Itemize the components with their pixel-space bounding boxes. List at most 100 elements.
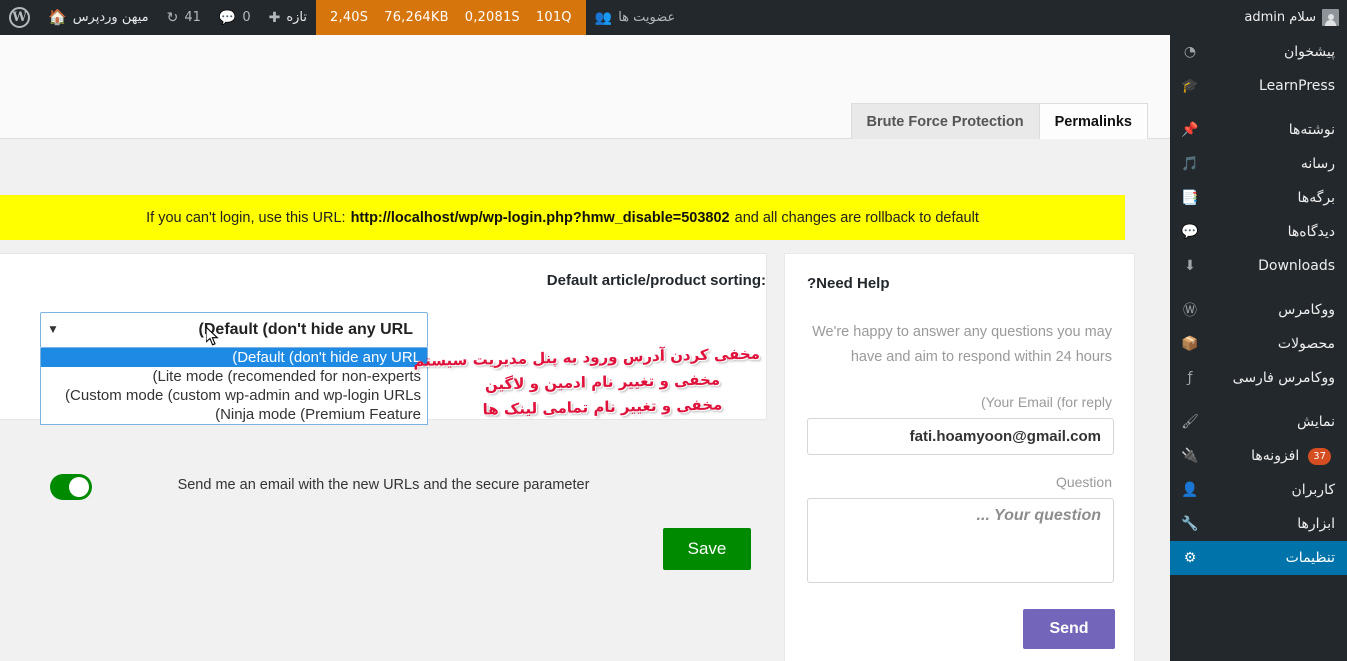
- comments-count: 0: [242, 10, 251, 25]
- comment-bubble-icon: 💬: [218, 9, 237, 26]
- help-description: We're happy to answer any questions you …: [812, 324, 1112, 365]
- sidebar-item-label: ووکامرس فارسی: [1232, 370, 1335, 386]
- sidebar-item-label: کاربران: [1291, 482, 1335, 498]
- tools-wrench-icon: 🔧: [1181, 516, 1199, 532]
- user-avatar-icon: [1322, 9, 1339, 26]
- dashboard-icon: ◔: [1183, 44, 1197, 60]
- admin-bar-new-content[interactable]: تازه ✚: [260, 0, 316, 35]
- sidebar-item-users[interactable]: 👤 کاربران: [1170, 473, 1347, 507]
- sorting-option-1[interactable]: (Lite mode (recomended for non-experts: [41, 367, 427, 386]
- help-title: ?Need Help: [807, 275, 890, 292]
- sidebar-item-label: تنظیمات: [1285, 550, 1335, 566]
- plus-icon: ✚: [268, 9, 281, 26]
- admin-bar-wp-logo[interactable]: W: [0, 0, 39, 35]
- perf-load: 0,2081S: [464, 10, 520, 25]
- admin-bar-updates[interactable]: 41 ↻: [158, 0, 210, 35]
- admin-bar-greeting: سلام admin: [1244, 10, 1316, 25]
- perf-memory: 76,264KB: [384, 10, 449, 25]
- sorting-option-2[interactable]: (Custom mode (custom wp-admin and wp-log…: [41, 386, 427, 405]
- notice-url[interactable]: http://localhost/wp/wp-login.php?hmw_dis…: [351, 210, 730, 226]
- need-help-panel: ?Need Help We're happy to answer any que…: [784, 253, 1135, 661]
- email-field[interactable]: [807, 418, 1114, 455]
- question-field[interactable]: [807, 498, 1114, 583]
- notice-suffix: and all changes are rollback to default: [734, 209, 979, 226]
- question-field-label: Question: [1055, 474, 1112, 490]
- sorting-option-0[interactable]: (Default (don't hide any URL: [41, 348, 427, 367]
- email-toggle-label: Send me an email with the new URLs and t…: [177, 477, 590, 493]
- tab-permalinks[interactable]: Permalinks: [1038, 103, 1148, 139]
- comment-icon: 💬: [1181, 224, 1199, 240]
- admin-bar-performance[interactable]: 2,40S 76,264KB 0,2081S 101Q: [316, 0, 586, 35]
- sidebar-item-dashboard[interactable]: ◔ پیشخوان: [1170, 35, 1347, 69]
- sorting-option-3[interactable]: (Ninja mode (Premium Feature: [41, 405, 427, 424]
- sidebar-item-label: افزونه‌ها: [1251, 448, 1300, 464]
- page-icon: 📑: [1181, 190, 1199, 206]
- group-icon: 👥: [594, 9, 613, 26]
- sidebar-item-badge: 37: [1308, 447, 1331, 465]
- plugin-icon: 🔌: [1181, 448, 1199, 464]
- admin-bar-memberships[interactable]: عضویت ها 👥: [586, 0, 685, 35]
- woo-farsi-icon: ƒ: [1187, 370, 1193, 386]
- sidebar-item-products[interactable]: 📦 محصولات: [1170, 327, 1347, 361]
- sidebar-item-tools[interactable]: 🔧 ابزارها: [1170, 507, 1347, 541]
- sidebar-item-woocommerce[interactable]: Ⓦ ووکامرس: [1170, 293, 1347, 327]
- admin-bar-comments[interactable]: 0 💬: [210, 0, 260, 35]
- download-icon: ⬇: [1184, 258, 1196, 274]
- chevron-down-icon: ▼: [49, 325, 57, 335]
- media-icon: 🎵: [1181, 156, 1199, 172]
- sidebar-item-label: نوشته‌ها: [1288, 122, 1335, 138]
- admin-bar-account[interactable]: سلام admin: [1234, 0, 1347, 35]
- sidebar-item-posts[interactable]: 📌 نوشته‌ها: [1170, 113, 1347, 147]
- users-icon: 👤: [1181, 482, 1199, 498]
- admin-bar: سلام admin عضویت ها 👥 2,40S 76,264KB 0,2…: [0, 0, 1347, 35]
- perf-queries: 101Q: [535, 10, 572, 25]
- sidebar-item-label: دیدگاه‌ها: [1287, 224, 1335, 240]
- sidebar-item-downloads[interactable]: ⬇ Downloads: [1170, 249, 1347, 283]
- graduation-cap-icon: 🎓: [1181, 78, 1199, 94]
- sidebar-item-appearance[interactable]: 🖌 نمایش: [1170, 405, 1347, 439]
- wordpress-logo-icon: W: [9, 7, 30, 28]
- sidebar-item-media[interactable]: 🎵 رسانه: [1170, 147, 1347, 181]
- sidebar-item-label: برگه‌ها: [1297, 190, 1335, 206]
- sidebar-item-label: LearnPress: [1259, 78, 1335, 94]
- sorting-field-label: :Default article/product sorting: [546, 272, 766, 289]
- sidebar-item-label: رسانه: [1300, 156, 1335, 172]
- sidebar-item-label: نمایش: [1296, 414, 1335, 430]
- memberships-label: عضویت ها: [618, 10, 676, 25]
- annotation-line-3: مخفی و تغییر نام تمامی لینک ها: [482, 395, 723, 419]
- settings-sliders-icon: ⚙: [1183, 550, 1197, 566]
- admin-content: Brute Force Protection Permalinks If you …: [0, 35, 1170, 661]
- admin-sidebar-menu: ◔ پیشخوان 🎓 LearnPress 📌 نوشته‌ها 🎵 رسانه 📑 برگه‌…: [1170, 35, 1347, 661]
- sidebar-item-pages[interactable]: 📑 برگه‌ها: [1170, 181, 1347, 215]
- sidebar-item-woocommerce-farsi[interactable]: ƒ ووکامرس فارسی: [1170, 361, 1347, 395]
- tabs-header: Brute Force Protection Permalinks: [0, 35, 1170, 139]
- admin-bar-spacer: [684, 0, 1234, 35]
- admin-page: سلام admin عضویت ها 👥 2,40S 76,264KB 0,2…: [0, 0, 1347, 661]
- sidebar-item-comments[interactable]: 💬 دیدگاه‌ها: [1170, 215, 1347, 249]
- new-label: تازه: [286, 10, 308, 25]
- send-button[interactable]: Send: [1023, 609, 1115, 649]
- email-field-label: (Your Email (for reply: [981, 394, 1112, 410]
- refresh-icon: ↻: [166, 9, 179, 26]
- sidebar-item-settings[interactable]: ⚙ تنظیمات: [1170, 541, 1347, 575]
- updates-count: 41: [184, 10, 201, 25]
- sidebar-item-plugins[interactable]: 🔌 افزونه‌ها 37: [1170, 439, 1347, 473]
- email-toggle-row: Send me an email with the new URLs and t…: [0, 472, 767, 504]
- sorting-select[interactable]: ▼ (Default (don't hide any URL: [40, 312, 428, 348]
- admin-bar-site-name[interactable]: میهن وردپرس 🏠: [39, 0, 158, 35]
- perf-time: 2,40S: [330, 10, 369, 25]
- products-box-icon: 📦: [1181, 336, 1199, 352]
- pin-icon: 📌: [1181, 122, 1199, 138]
- settings-tabs: Brute Force Protection Permalinks: [850, 103, 1148, 139]
- sidebar-item-label: ابزارها: [1297, 516, 1335, 532]
- sorting-select-options[interactable]: (Default (don't hide any URL (Lite mode (…: [40, 348, 428, 425]
- sidebar-item-label: پیشخوان: [1283, 44, 1335, 60]
- tab-brute-force-protection[interactable]: Brute Force Protection: [850, 103, 1040, 139]
- save-button[interactable]: Save: [663, 528, 751, 570]
- appearance-brush-icon: 🖌: [1181, 414, 1199, 430]
- sorting-select-value: (Default (don't hide any URL: [198, 321, 413, 338]
- sidebar-item-label: محصولات: [1277, 336, 1335, 352]
- notice-prefix: If you can't login, use this URL:: [146, 209, 346, 226]
- sidebar-item-learnpress[interactable]: 🎓 LearnPress: [1170, 69, 1347, 103]
- persian-annotation: مخفی کردن آدرس ورود به پنل مدیریت سیستم …: [413, 345, 760, 420]
